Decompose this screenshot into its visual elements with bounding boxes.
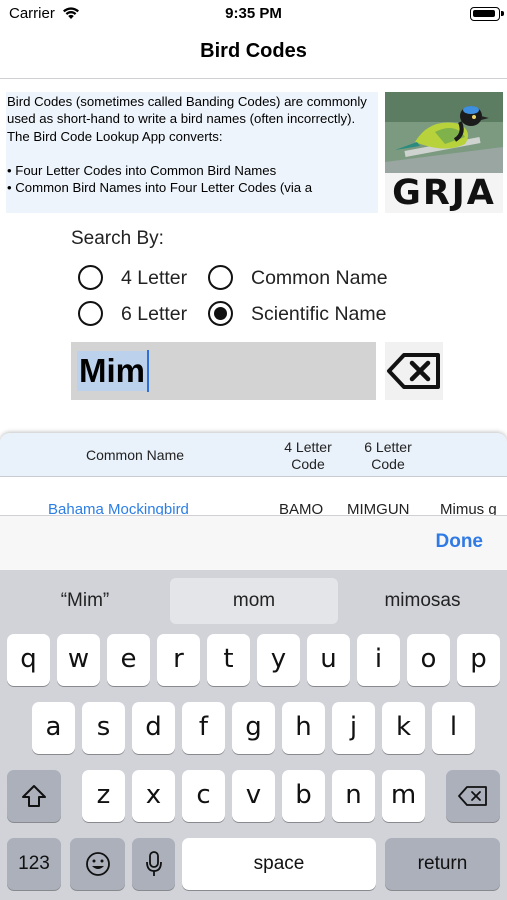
- key-s[interactable]: s: [82, 702, 125, 754]
- text-caret: [147, 350, 149, 392]
- nav-divider: [0, 78, 507, 79]
- backspace-icon: [458, 786, 487, 806]
- header-6-letter-code: 6 Letter Code: [364, 439, 412, 472]
- page-title: Bird Codes: [200, 40, 307, 62]
- key-k[interactable]: k: [382, 702, 425, 754]
- backspace-key[interactable]: [446, 770, 500, 822]
- radio-4-letter-label[interactable]: 4 Letter: [121, 267, 187, 290]
- intro-text-view[interactable]: Bird Codes (sometimes called Banding Cod…: [6, 92, 378, 213]
- key-y[interactable]: y: [257, 634, 300, 686]
- delete-icon: [387, 353, 440, 389]
- numbers-key[interactable]: 123: [7, 838, 61, 890]
- key-l[interactable]: l: [432, 702, 475, 754]
- space-key[interactable]: space: [182, 838, 376, 890]
- key-j[interactable]: j: [332, 702, 375, 754]
- emoji-icon: [85, 852, 110, 876]
- key-n[interactable]: n: [332, 770, 375, 822]
- key-h[interactable]: h: [282, 702, 325, 754]
- return-key[interactable]: return: [385, 838, 500, 890]
- dictation-key[interactable]: [132, 838, 175, 890]
- key-a[interactable]: a: [32, 702, 75, 754]
- key-g[interactable]: g: [232, 702, 275, 754]
- key-p[interactable]: p: [457, 634, 500, 686]
- key-v[interactable]: v: [232, 770, 275, 822]
- key-w[interactable]: w: [57, 634, 100, 686]
- bird-code-label: GRJA: [385, 173, 503, 213]
- battery-icon: [470, 7, 504, 21]
- key-b[interactable]: b: [282, 770, 325, 822]
- key-c[interactable]: c: [182, 770, 225, 822]
- key-u[interactable]: u: [307, 634, 350, 686]
- search-input[interactable]: Mim: [71, 342, 376, 400]
- key-x[interactable]: x: [132, 770, 175, 822]
- emoji-key[interactable]: [70, 838, 125, 890]
- key-z[interactable]: z: [82, 770, 125, 822]
- clear-search-button[interactable]: [385, 342, 443, 400]
- radio-scientific-name[interactable]: [208, 301, 233, 326]
- shift-key[interactable]: [7, 770, 61, 822]
- shift-icon: [22, 785, 46, 807]
- intro-text: Bird Codes (sometimes called Banding Cod…: [7, 94, 367, 196]
- radio-4-letter[interactable]: [78, 265, 103, 290]
- suggestion-2[interactable]: mom: [170, 578, 338, 624]
- radio-6-letter-label[interactable]: 6 Letter: [121, 303, 187, 326]
- status-bar: Carrier 9:35 PM: [0, 0, 507, 28]
- bird-illustration: [385, 92, 503, 173]
- key-r[interactable]: r: [157, 634, 200, 686]
- bird-photo: GRJA: [385, 92, 503, 213]
- key-e[interactable]: e: [107, 634, 150, 686]
- microphone-icon: [145, 851, 162, 876]
- key-o[interactable]: o: [407, 634, 450, 686]
- key-q[interactable]: q: [7, 634, 50, 686]
- suggestion-3[interactable]: mimosas: [338, 578, 507, 624]
- radio-common-name[interactable]: [208, 265, 233, 290]
- key-t[interactable]: t: [207, 634, 250, 686]
- keyboard: “Mim” mom mimosas q w e r t y u i o p a …: [0, 570, 507, 900]
- suggestion-1[interactable]: “Mim”: [0, 578, 170, 624]
- header-common-name: Common Name: [85, 447, 185, 463]
- search-input-value: Mim: [77, 351, 147, 391]
- search-by-label: Search By:: [71, 228, 164, 249]
- key-d[interactable]: d: [132, 702, 175, 754]
- key-f[interactable]: f: [182, 702, 225, 754]
- keyboard-toolbar: Done: [0, 515, 507, 570]
- header-4-letter-code: 4 Letter Code: [284, 439, 332, 472]
- status-time: 9:35 PM: [225, 5, 282, 22]
- radio-common-name-label[interactable]: Common Name: [251, 267, 388, 290]
- key-i[interactable]: i: [357, 634, 400, 686]
- done-button[interactable]: Done: [436, 531, 484, 553]
- key-m[interactable]: m: [382, 770, 425, 822]
- results-header: Common Name 4 Letter Code 6 Letter Code: [0, 433, 507, 477]
- radio-6-letter[interactable]: [78, 301, 103, 326]
- radio-scientific-name-label[interactable]: Scientific Name: [251, 303, 386, 326]
